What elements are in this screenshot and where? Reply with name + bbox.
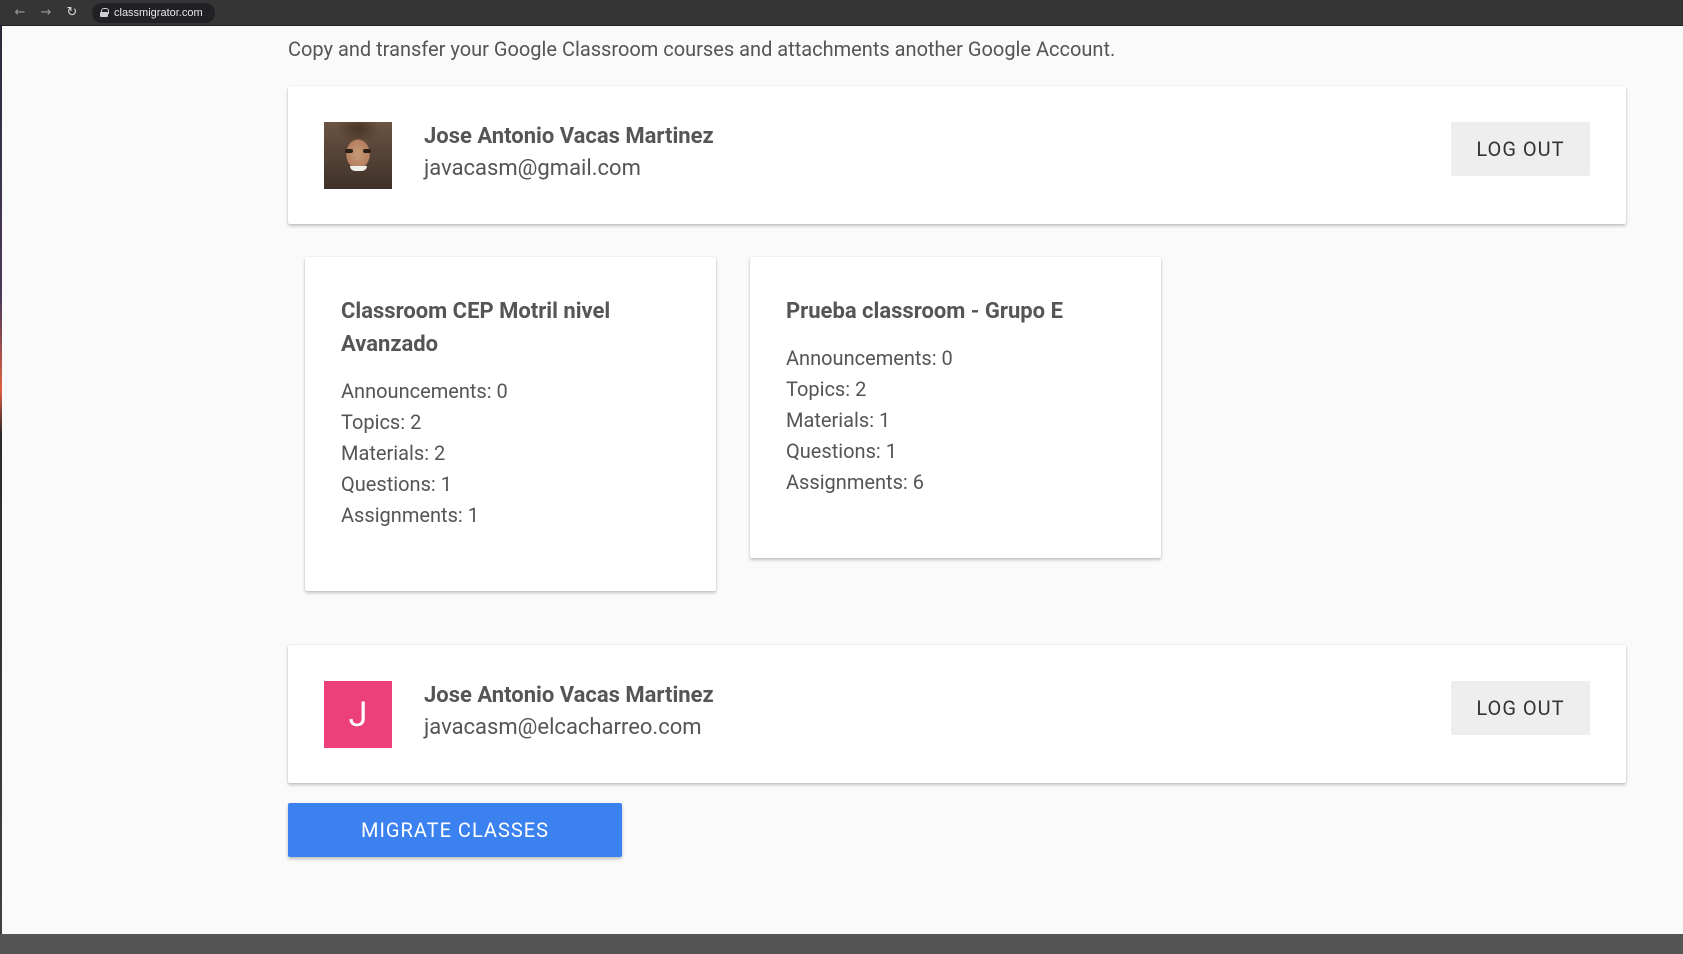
stat-assignments: Assignments: 1 [341, 503, 479, 527]
footer-bar [0, 934, 1683, 954]
course-card[interactable]: Prueba classroom - Grupo E Announcements… [750, 257, 1161, 558]
stat-announcements: Announcements: 0 [341, 379, 508, 403]
migrate-classes-button[interactable]: MIGRATE CLASSES [288, 803, 622, 857]
page-content: Copy and transfer your Google Classroom … [2, 26, 1683, 934]
target-account-avatar: J [324, 681, 392, 748]
course-card[interactable]: Classroom CEP Motril nivel Avanzado Anno… [305, 257, 716, 591]
source-logout-button[interactable]: LOG OUT [1451, 122, 1590, 176]
course-stats: Announcements: 0 Topics: 2 Materials: 2 … [341, 376, 508, 531]
stat-questions: Questions: 1 [341, 472, 452, 496]
page-subtitle: Copy and transfer your Google Classroom … [288, 37, 1116, 61]
address-bar[interactable]: classmigrator.com [92, 2, 215, 23]
reload-icon[interactable]: ↻ [62, 3, 82, 23]
course-title: Classroom CEP Motril nivel Avanzado [341, 299, 611, 357]
stat-topics: Topics: 2 [786, 377, 867, 401]
avatar-eye-left [345, 149, 353, 153]
back-icon[interactable]: ← [10, 3, 30, 23]
stat-topics: Topics: 2 [341, 410, 422, 434]
browser-toolbar: ← → ↻ classmigrator.com [0, 0, 1683, 26]
course-title: Prueba classroom - Grupo E [786, 299, 1063, 324]
target-account-name: Jose Antonio Vacas Martinez [424, 683, 714, 708]
stat-materials: Materials: 1 [786, 408, 891, 432]
stat-materials: Materials: 2 [341, 441, 446, 465]
course-stats: Announcements: 0 Topics: 2 Materials: 1 … [786, 343, 953, 498]
source-account-name: Jose Antonio Vacas Martinez [424, 124, 714, 149]
target-logout-button[interactable]: LOG OUT [1451, 681, 1590, 735]
lock-icon [100, 8, 109, 17]
avatar-eye-right [363, 149, 371, 153]
target-account-card: J Jose Antonio Vacas Martinez javacasm@e… [288, 645, 1626, 783]
stat-announcements: Announcements: 0 [786, 346, 953, 370]
avatar-mouth [350, 166, 367, 171]
source-account-avatar [324, 122, 392, 189]
forward-icon[interactable]: → [36, 3, 56, 23]
address-bar-url: classmigrator.com [114, 6, 203, 19]
stat-assignments: Assignments: 6 [786, 470, 924, 494]
source-account-card: Jose Antonio Vacas Martinez javacasm@gma… [288, 86, 1626, 224]
stat-questions: Questions: 1 [786, 439, 897, 463]
target-account-email: javacasm@elcacharreo.com [424, 715, 702, 740]
source-account-email: javacasm@gmail.com [424, 156, 641, 181]
